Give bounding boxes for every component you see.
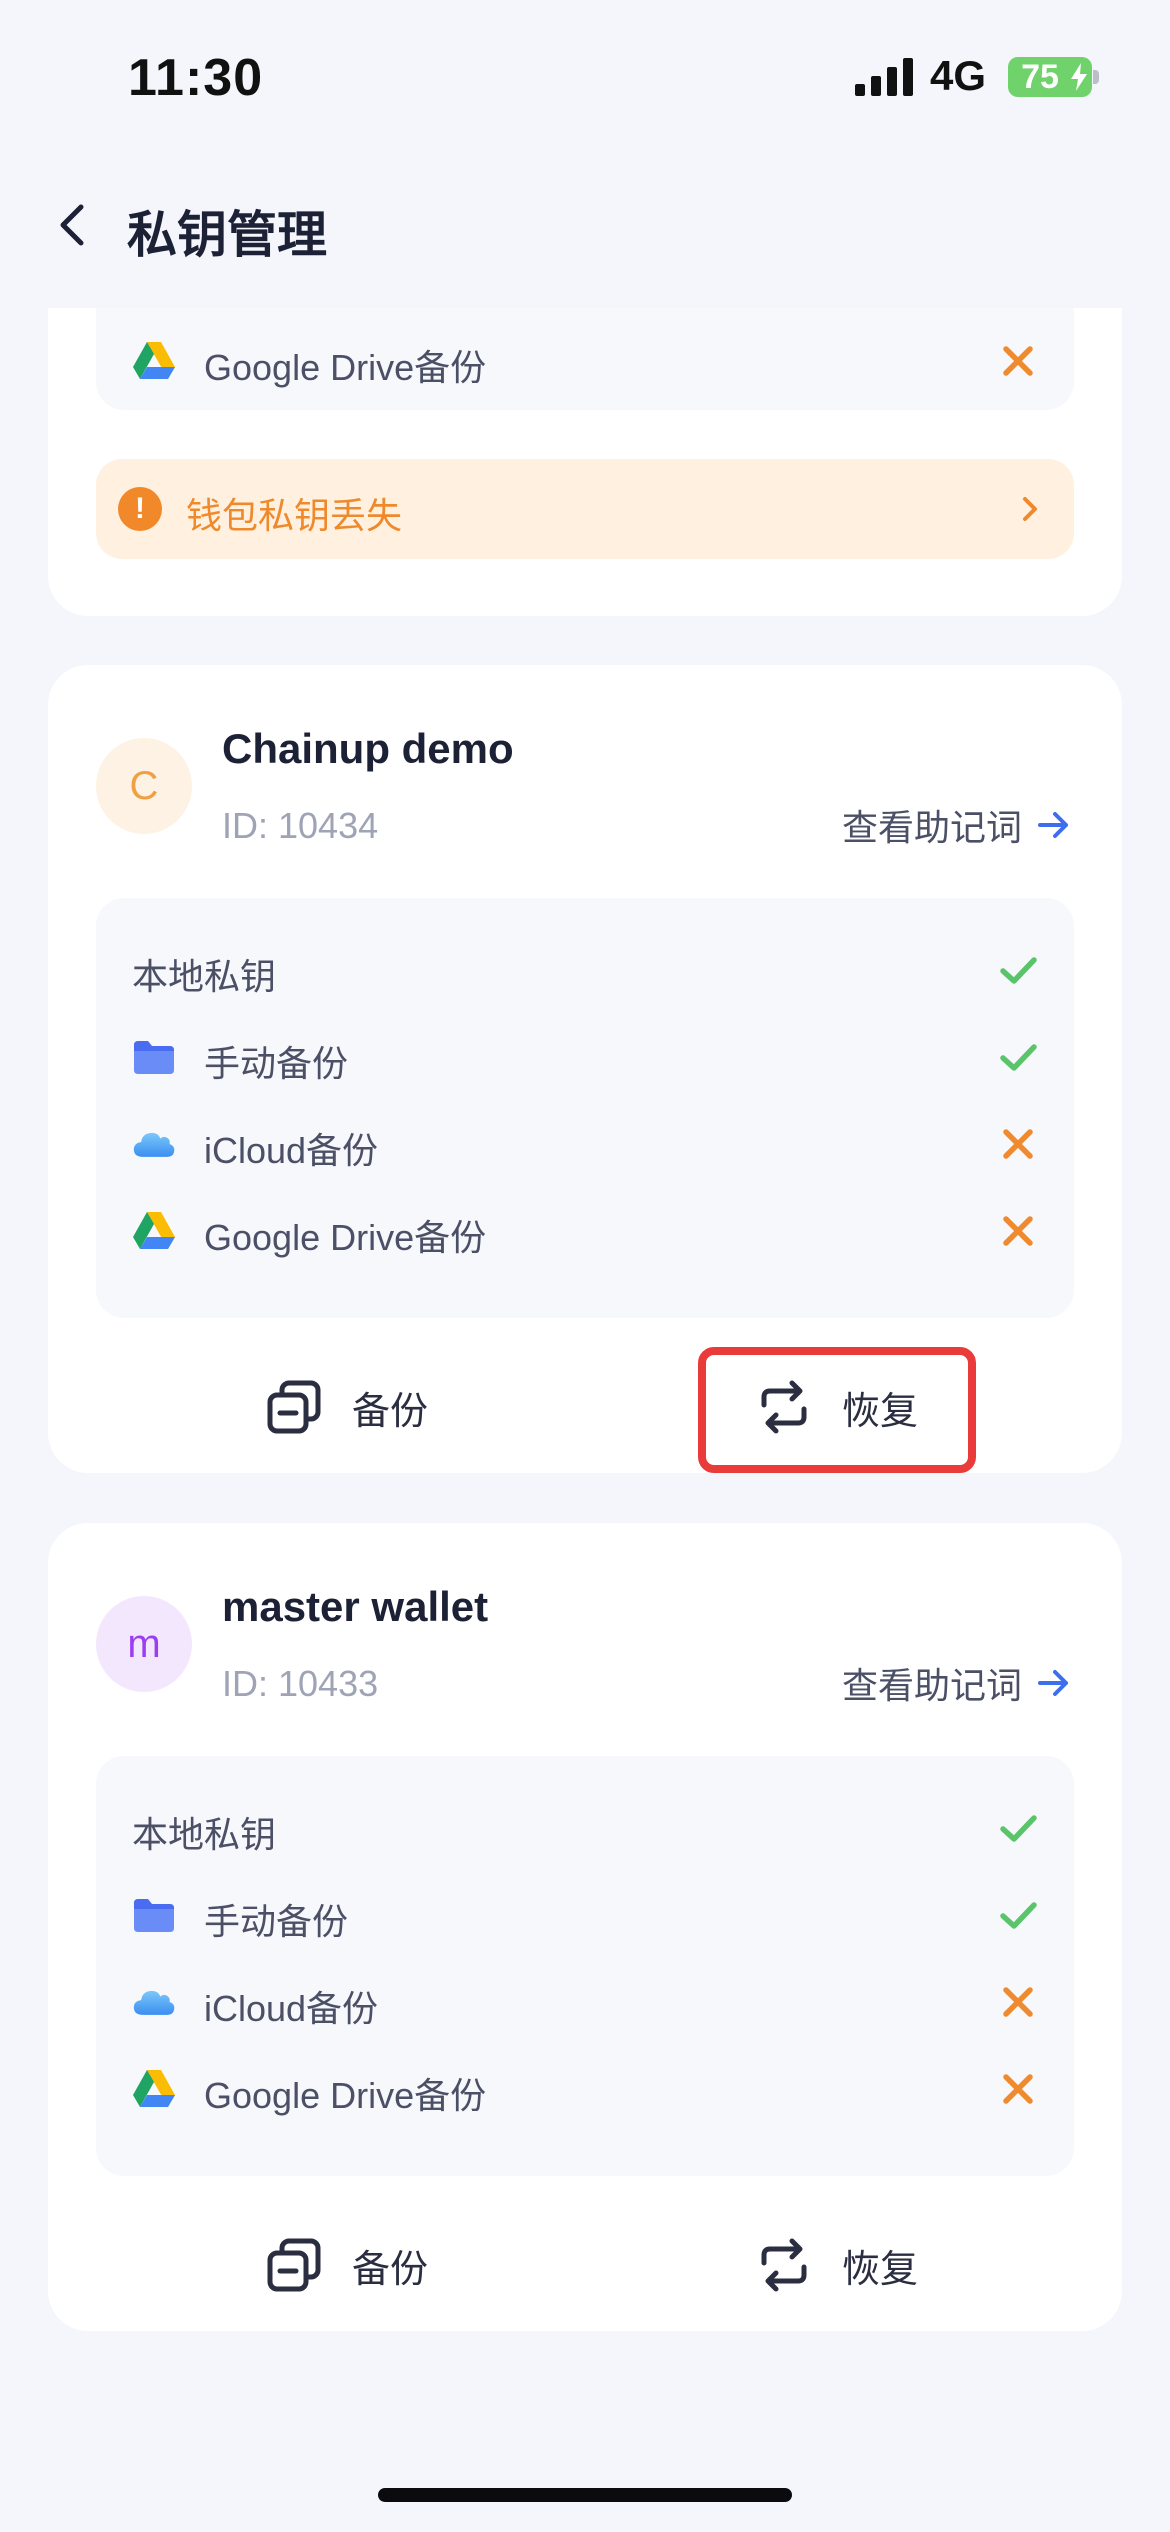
chevron-left-icon bbox=[60, 204, 84, 246]
page-title: 私钥管理 bbox=[127, 207, 327, 263]
backup-row-local-key: 本地私钥 bbox=[96, 940, 1074, 1000]
backup-label: 本地私钥 bbox=[132, 1814, 277, 1855]
checkmark-icon bbox=[1000, 1815, 1037, 1842]
backup-status-list: 本地私钥 手动备份 iCloud备份 Google Drive备份 bbox=[96, 898, 1074, 1318]
battery-icon: 75 bbox=[1008, 57, 1092, 97]
backup-status-list: Google Drive备份 bbox=[96, 308, 1074, 410]
wallet-name: Chainup demo bbox=[222, 725, 514, 772]
view-mnemonic-link[interactable]: 查看助记词 bbox=[842, 801, 1074, 849]
signal-icon bbox=[855, 58, 913, 96]
cross-icon bbox=[1003, 1987, 1033, 2017]
wallet-card-partial: Google Drive备份 ! 钱包私钥丢失 bbox=[48, 308, 1122, 616]
cross-icon bbox=[1003, 346, 1033, 376]
arrow-right-icon bbox=[1038, 1670, 1068, 1696]
battery-cap bbox=[1093, 70, 1099, 84]
scroll-content[interactable]: Google Drive备份 ! 钱包私钥丢失 C Chainup demo I… bbox=[0, 308, 1170, 2532]
backup-row-manual: 手动备份 bbox=[96, 1027, 1074, 1087]
google-drive-icon bbox=[133, 342, 175, 379]
backup-label: Google Drive备份 bbox=[204, 2075, 487, 2116]
back-button[interactable] bbox=[40, 193, 104, 257]
private-key-lost-alert[interactable]: ! 钱包私钥丢失 bbox=[96, 459, 1074, 559]
backup-copy-icon bbox=[267, 2238, 321, 2292]
backup-label: 备份 bbox=[352, 1390, 429, 1433]
checkmark-icon bbox=[1000, 1902, 1037, 1929]
backup-status-list: 本地私钥 手动备份 iCloud备份 Google Drive备份 bbox=[96, 1756, 1074, 2176]
wallet-id: ID: 10434 bbox=[222, 805, 379, 846]
battery-level: 75 bbox=[1021, 58, 1059, 96]
backup-label: iCloud备份 bbox=[204, 1130, 379, 1171]
wallet-name: master wallet bbox=[222, 1583, 489, 1630]
wallet-card: m master wallet ID: 10433 查看助记词 本地私钥 手动备… bbox=[48, 1523, 1122, 2331]
backup-label: 备份 bbox=[352, 2248, 429, 2291]
charging-bolt-icon bbox=[1071, 63, 1087, 91]
view-mnemonic-link[interactable]: 查看助记词 bbox=[842, 1659, 1074, 1707]
cross-icon bbox=[1003, 1216, 1033, 1246]
backup-button[interactable]: 备份 bbox=[264, 1345, 428, 1469]
status-time: 11:30 bbox=[128, 49, 264, 107]
backup-label: 本地私钥 bbox=[132, 956, 277, 997]
alert-text: 钱包私钥丢失 bbox=[186, 495, 403, 536]
checkmark-icon bbox=[1000, 957, 1037, 984]
backup-row-icloud: iCloud备份 bbox=[96, 1972, 1074, 2032]
restore-label: 恢复 bbox=[842, 2248, 919, 2291]
backup-row-icloud: iCloud备份 bbox=[96, 1114, 1074, 1174]
google-drive-icon bbox=[133, 1212, 175, 1249]
avatar: m bbox=[96, 1596, 192, 1692]
restore-sync-icon bbox=[761, 2238, 807, 2292]
icloud-icon bbox=[133, 1990, 175, 2015]
home-indicator[interactable] bbox=[378, 2488, 792, 2502]
folder-icon bbox=[134, 1899, 174, 1932]
backup-copy-icon bbox=[267, 1380, 321, 1434]
backup-row-local-key: 本地私钥 bbox=[96, 1798, 1074, 1858]
network-type: 4G bbox=[930, 52, 987, 99]
icloud-icon bbox=[133, 1132, 175, 1157]
status-bar: 11:30 4G 75 bbox=[0, 0, 1170, 150]
view-mnemonic-label: 查看助记词 bbox=[841, 1665, 1022, 1706]
backup-row-google-drive: Google Drive备份 bbox=[96, 2059, 1074, 2119]
avatar: C bbox=[96, 738, 192, 834]
backup-label: Google Drive备份 bbox=[204, 1217, 487, 1258]
arrow-right-icon bbox=[1038, 812, 1068, 838]
chevron-right-icon bbox=[1023, 497, 1037, 521]
warning-icon: ! bbox=[118, 487, 162, 531]
backup-label: iCloud备份 bbox=[204, 1988, 379, 2029]
backup-button[interactable]: 备份 bbox=[264, 2203, 428, 2327]
restore-highlight-box bbox=[698, 1347, 976, 1473]
cross-icon bbox=[1003, 2074, 1033, 2104]
backup-row-manual: 手动备份 bbox=[96, 1885, 1074, 1945]
wallet-id: ID: 10433 bbox=[222, 1663, 379, 1704]
folder-icon bbox=[134, 1041, 174, 1074]
restore-button[interactable]: 恢复 bbox=[754, 2203, 918, 2327]
backup-label: 手动备份 bbox=[204, 1901, 349, 1942]
navigation-bar: 私钥管理 bbox=[0, 165, 1170, 285]
backup-label: 手动备份 bbox=[204, 1043, 349, 1084]
cross-icon bbox=[1003, 1129, 1033, 1159]
checkmark-icon bbox=[1000, 1044, 1037, 1071]
backup-row-google-drive: Google Drive备份 bbox=[96, 331, 1074, 391]
view-mnemonic-label: 查看助记词 bbox=[841, 807, 1022, 848]
backup-row-google-drive: Google Drive备份 bbox=[96, 1201, 1074, 1261]
google-drive-icon bbox=[133, 2070, 175, 2107]
backup-label: Google Drive备份 bbox=[204, 347, 487, 388]
